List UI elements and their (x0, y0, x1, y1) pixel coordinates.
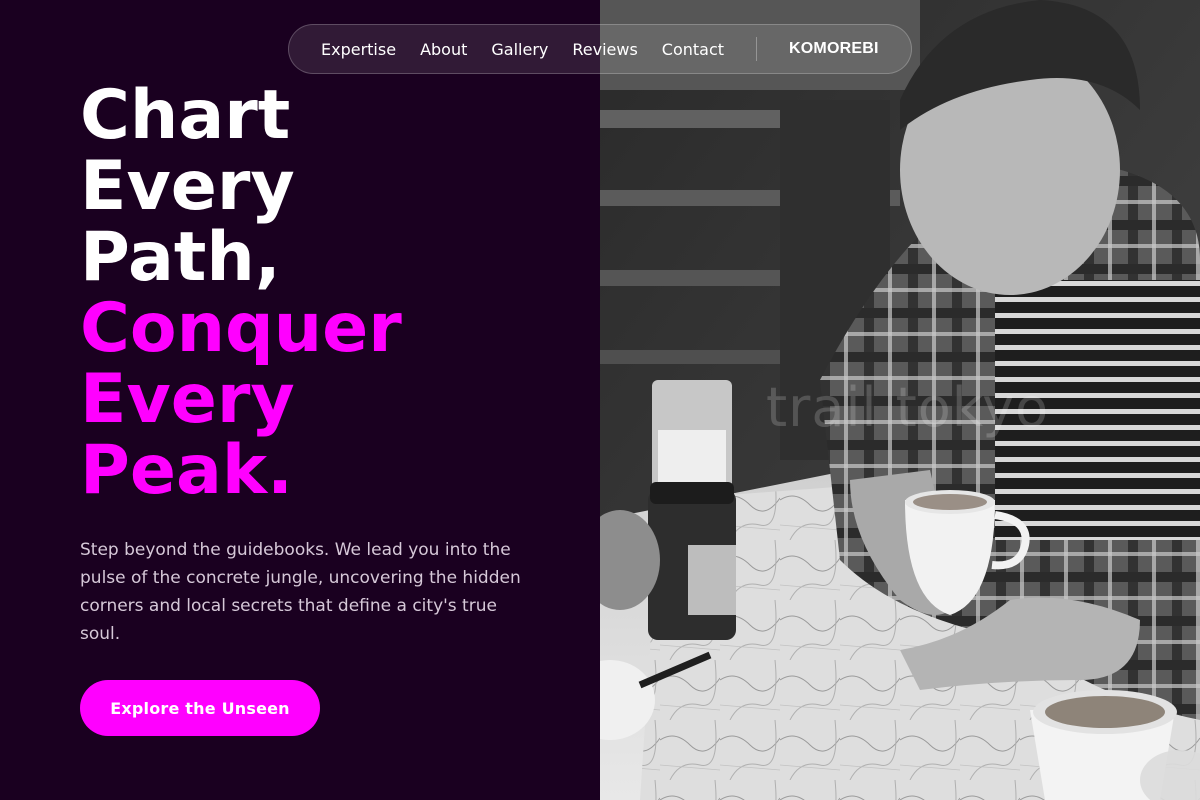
nav-divider (756, 37, 758, 61)
hero-headline: Chart Every Path, Conquer Every Peak. (80, 80, 402, 506)
headline-line: Every (80, 147, 295, 226)
headline-line-accent: Peak. (80, 431, 293, 510)
headline-line: Path, (80, 218, 281, 297)
nav-links: Expertise About Gallery Reviews Contact (321, 40, 724, 59)
main-navigation: Expertise About Gallery Reviews Contact … (288, 24, 912, 74)
brand-logo[interactable]: KOMOREBI (789, 40, 879, 58)
headline-line: Chart (80, 76, 291, 155)
hero-description: Step beyond the guidebooks. We lead you … (80, 540, 521, 644)
nav-link-expertise[interactable]: Expertise (321, 40, 396, 59)
nav-link-reviews[interactable]: Reviews (572, 40, 637, 59)
nav-link-about[interactable]: About (420, 40, 467, 59)
nav-link-gallery[interactable]: Gallery (491, 40, 548, 59)
headline-line-accent: Every (80, 360, 295, 439)
explore-button[interactable]: Explore the Unseen (80, 680, 320, 736)
nav-link-contact[interactable]: Contact (662, 40, 724, 59)
photo-watermark: trail tokyo (766, 376, 1050, 439)
headline-line-accent: Conquer (80, 289, 402, 368)
